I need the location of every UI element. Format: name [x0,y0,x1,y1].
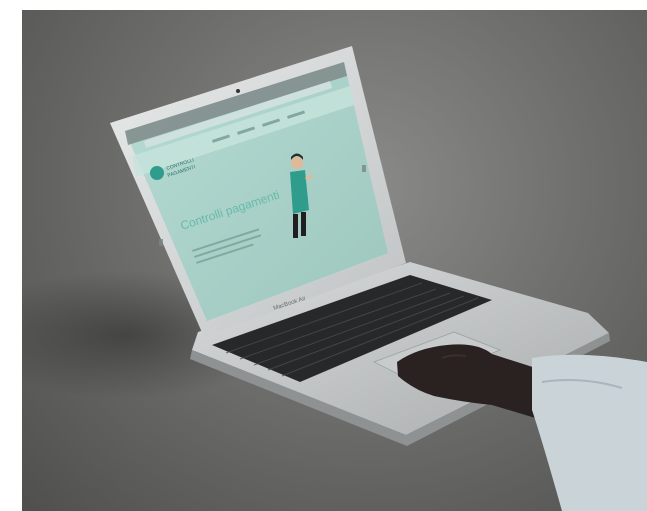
shirt-sleeve [532,354,647,511]
laptop: CONTROLLI PAGAMENTI Controlli pagamenti [110,46,647,511]
camera [236,89,240,93]
photo-scene: CONTROLLI PAGAMENTI Controlli pagamenti [22,10,647,511]
slider-left-arrow [159,239,163,246]
slider-right-arrow [362,165,366,172]
site-logo-icon [150,166,164,180]
